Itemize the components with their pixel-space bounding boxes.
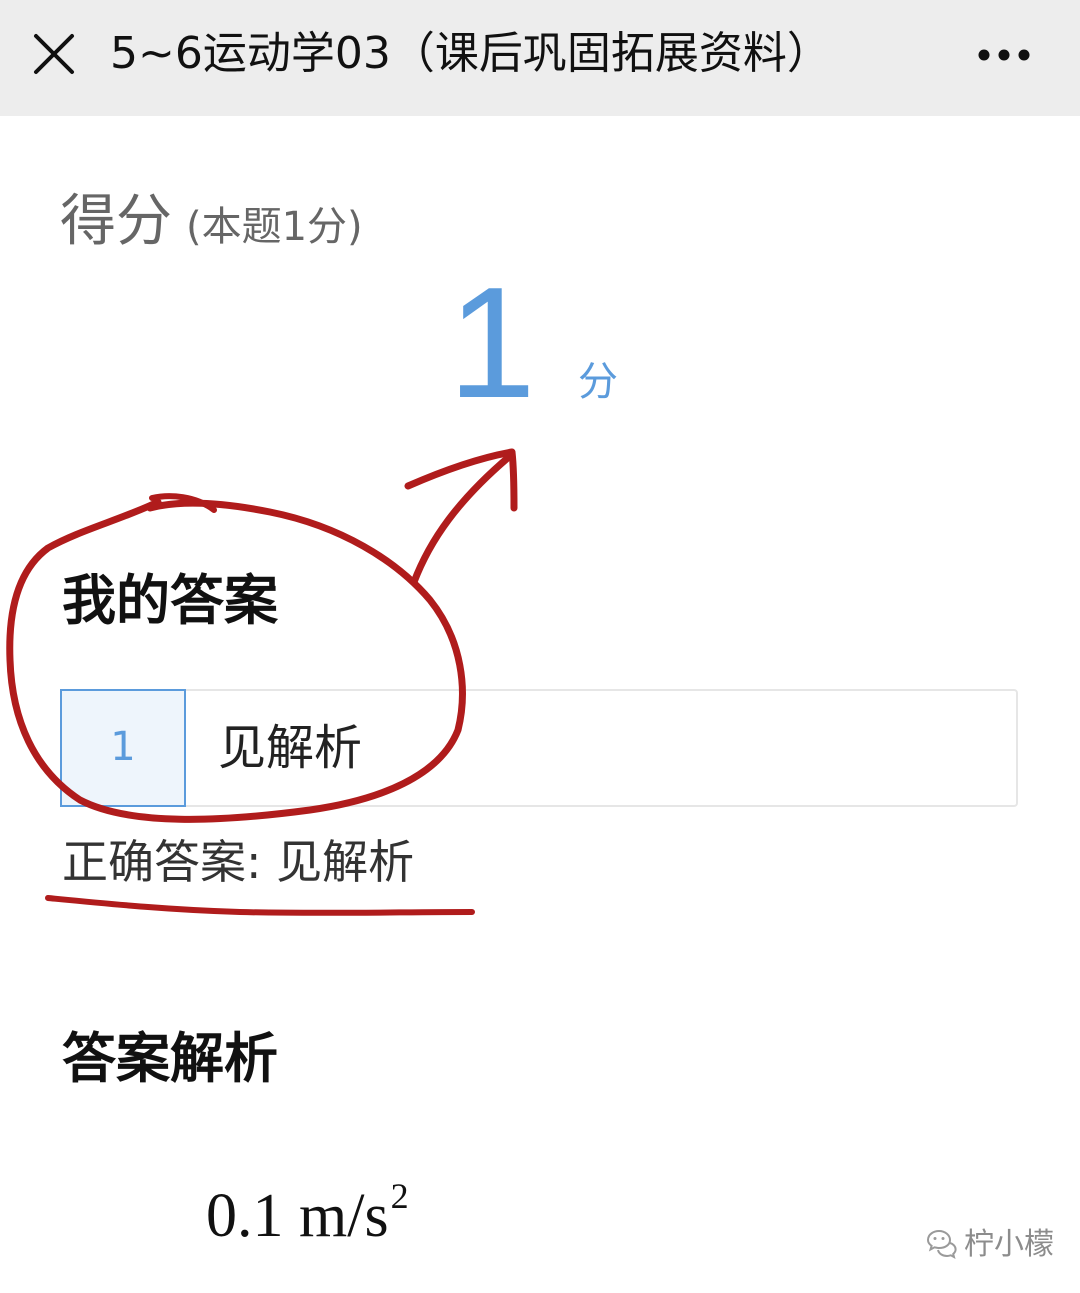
wechat-channel-icon (926, 1229, 957, 1259)
formula-main: 0.1 m/s (206, 1182, 389, 1250)
page: 5~6运动学03（课后巩固拓展资料） 得分 (本题1分) 1 分 我的答案 1 见… (0, 0, 1080, 1293)
explanation-formula: 0.1 m/s2 (206, 1156, 409, 1256)
close-button[interactable] (26, 26, 82, 82)
score-label: 得分 (本题1分) (60, 182, 363, 267)
more-dots-icon (978, 49, 1030, 61)
score-title: 得分 (60, 189, 172, 254)
my-answer-heading: 我的答案 (62, 569, 278, 632)
annotation-arrow (410, 452, 514, 586)
page-title: 5~6运动学03（课后巩固拓展资料） (110, 28, 831, 79)
top-bar: 5~6运动学03（课后巩固拓展资料） (0, 0, 1080, 116)
explanation-heading: 答案解析 (62, 1027, 278, 1090)
score-note: (本题1分) (186, 204, 363, 250)
formula-exponent: 2 (390, 1176, 409, 1216)
correct-answer: 正确答案: 见解析 (62, 835, 415, 889)
annotation-underline (45, 895, 475, 916)
answer-index-badge: 1 (60, 689, 186, 807)
my-answer-box: 1 见解析 (60, 689, 1018, 807)
score-unit: 分 (578, 359, 618, 405)
my-answer-text: 见解析 (218, 720, 363, 776)
close-icon (34, 34, 74, 74)
more-button[interactable] (970, 30, 1050, 80)
score-value: 1 (448, 255, 536, 431)
watermark-text: 柠小檬 (964, 1227, 1054, 1262)
